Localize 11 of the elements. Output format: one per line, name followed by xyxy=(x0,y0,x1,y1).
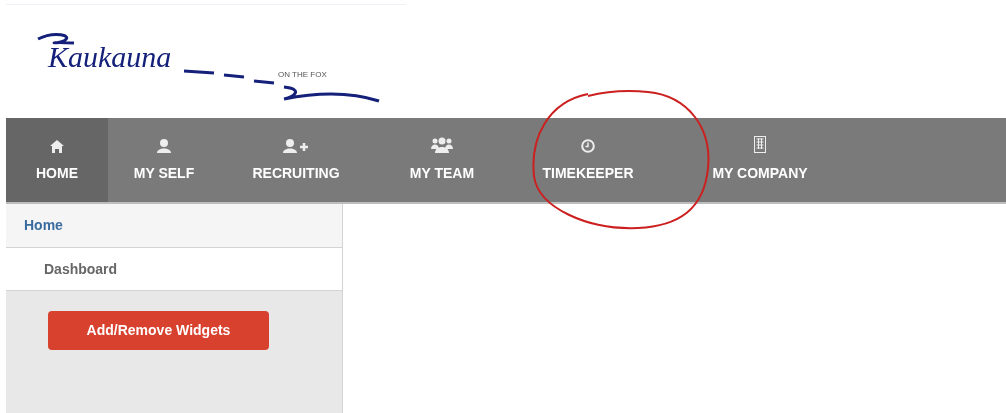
logo-text: Kaukauna xyxy=(48,39,172,75)
clock-icon xyxy=(581,139,595,153)
nav-tab[interactable]: HOME xyxy=(6,118,108,202)
users-icon xyxy=(431,137,453,153)
user-icon xyxy=(157,139,171,153)
building-icon xyxy=(754,136,766,153)
user-plus-icon xyxy=(283,139,309,153)
logo-tagline: ON THE FOX xyxy=(278,69,327,81)
breadcrumb-link[interactable]: Home xyxy=(6,204,342,248)
add-remove-widgets-button[interactable]: Add/Remove Widgets xyxy=(48,311,269,350)
home-icon xyxy=(50,140,64,153)
